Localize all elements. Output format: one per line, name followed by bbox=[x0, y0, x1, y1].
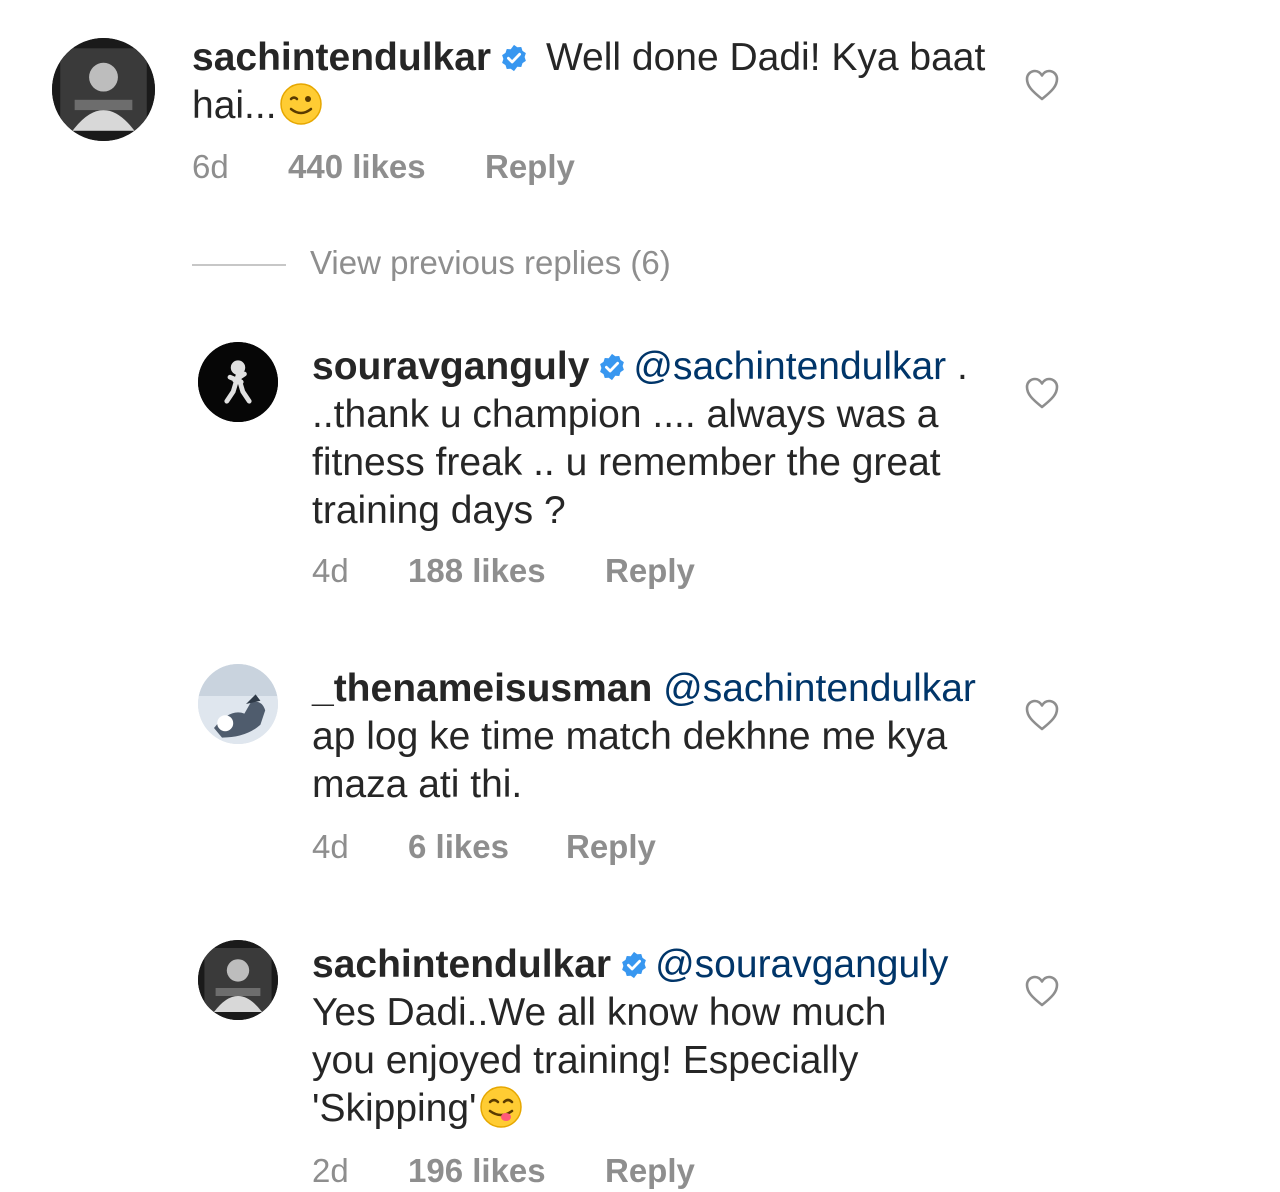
divider bbox=[192, 264, 286, 267]
verified-badge-icon bbox=[499, 43, 529, 73]
like-heart-icon[interactable] bbox=[1024, 68, 1060, 102]
like-heart-icon[interactable] bbox=[1024, 698, 1060, 732]
reply-item: _thenameisusman @sachintendulkar ap log … bbox=[0, 652, 1280, 882]
username[interactable]: _thenameisusman bbox=[312, 667, 652, 710]
reply-button[interactable]: Reply bbox=[605, 1152, 695, 1190]
view-previous-label[interactable]: View previous replies (6) bbox=[310, 244, 671, 281]
comment-text: sachintendulkar Well done Dadi! Kya baat… bbox=[192, 34, 1002, 130]
reply-meta: 4d 6 likes Reply bbox=[312, 828, 812, 868]
like-heart-icon[interactable] bbox=[1024, 376, 1060, 410]
reply-line-1: sachintendulkar @souravganguly bbox=[312, 941, 1002, 989]
reply-text: souravganguly @sachintendulkar . ..thank … bbox=[312, 343, 1002, 535]
reply-text: _thenameisusman @sachintendulkar ap log … bbox=[312, 665, 1002, 809]
timestamp[interactable]: 4d bbox=[312, 552, 349, 590]
reply-text-segment: . bbox=[946, 345, 968, 388]
reply-line-1: souravganguly @sachintendulkar . bbox=[312, 343, 1002, 391]
timestamp[interactable]: 4d bbox=[312, 828, 349, 866]
likes-count[interactable]: 188 likes bbox=[408, 552, 546, 590]
verified-badge-icon bbox=[619, 950, 649, 980]
reply-line: ..thank u champion .... always was a bbox=[312, 393, 939, 436]
likes-count[interactable]: 6 likes bbox=[408, 828, 509, 866]
comment-meta: 6d 440 likes Reply bbox=[192, 148, 692, 188]
avatar[interactable] bbox=[198, 342, 278, 422]
likes-count[interactable]: 196 likes bbox=[408, 1152, 546, 1190]
reply-meta: 2d 196 likes Reply bbox=[312, 1152, 812, 1192]
timestamp[interactable]: 2d bbox=[312, 1152, 349, 1190]
mention-link[interactable]: @sachintendulkar bbox=[633, 345, 946, 388]
reply-line-1: _thenameisusman @sachintendulkar bbox=[312, 665, 1002, 713]
reply-text-segment: 'Skipping' bbox=[312, 1087, 477, 1130]
reply-line: maza ati thi. bbox=[312, 763, 523, 806]
mention-link[interactable]: @sachintendulkar bbox=[663, 667, 976, 710]
reply-button[interactable]: Reply bbox=[566, 828, 656, 866]
reply-text: sachintendulkar @souravganguly Yes Dadi..… bbox=[312, 941, 1002, 1133]
reply-button[interactable]: Reply bbox=[485, 148, 575, 186]
face-savoring-food-icon bbox=[479, 1085, 523, 1129]
reply-line: Yes Dadi..We all know how much bbox=[312, 991, 887, 1034]
reply-line: training days ? bbox=[312, 489, 566, 532]
avatar[interactable] bbox=[198, 940, 278, 1020]
username[interactable]: souravganguly bbox=[312, 345, 589, 388]
username[interactable]: sachintendulkar bbox=[312, 943, 611, 986]
reply-item: sachintendulkar @souravganguly Yes Dadi..… bbox=[0, 928, 1280, 1189]
reply-line: you enjoyed training! Especially bbox=[312, 1039, 859, 1082]
winking-face-icon bbox=[279, 82, 323, 126]
username[interactable]: sachintendulkar bbox=[192, 36, 491, 79]
mention-link[interactable]: @souravganguly bbox=[655, 943, 948, 986]
verified-badge-icon bbox=[597, 352, 627, 382]
reply-item: souravganguly @sachintendulkar . ..thank … bbox=[0, 330, 1280, 610]
reply-line: 'Skipping' bbox=[312, 1085, 1002, 1133]
comment-item: sachintendulkar Well done Dadi! Kya baat… bbox=[0, 0, 1280, 200]
reply-meta: 4d 188 likes Reply bbox=[312, 552, 812, 592]
reply-line: ap log ke time match dekhne me kya bbox=[312, 715, 948, 758]
reply-line: fitness freak .. u remember the great bbox=[312, 441, 941, 484]
timestamp[interactable]: 6d bbox=[192, 148, 229, 186]
likes-count[interactable]: 440 likes bbox=[288, 148, 426, 186]
reply-button[interactable]: Reply bbox=[605, 552, 695, 590]
avatar[interactable] bbox=[52, 38, 155, 141]
avatar[interactable] bbox=[198, 664, 278, 744]
view-previous-replies[interactable]: View previous replies (6) bbox=[192, 244, 671, 282]
like-heart-icon[interactable] bbox=[1024, 974, 1060, 1008]
